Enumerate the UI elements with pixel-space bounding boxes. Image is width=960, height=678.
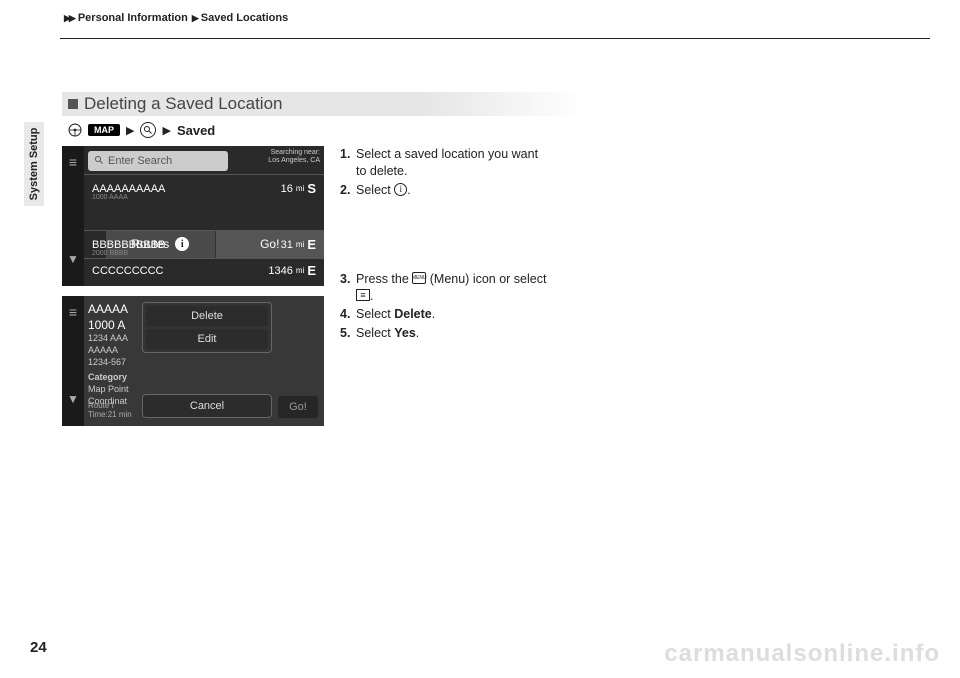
- watermark: carmanualsonline.info: [664, 640, 940, 668]
- side-tab: System Setup: [24, 122, 44, 206]
- breadcrumb-level-2: Saved Locations: [201, 12, 288, 24]
- context-menu: Delete Edit: [142, 302, 272, 353]
- header-rule: [60, 38, 930, 39]
- heading-bullet-icon: [68, 99, 78, 109]
- map-button-icon: MAP: [88, 124, 120, 136]
- search-placeholder: Enter Search: [108, 155, 172, 167]
- breadcrumb-arrow-icon: ▶: [192, 13, 197, 24]
- breadcrumb: ▶▶ Personal Information ▶ Saved Location…: [64, 12, 288, 24]
- side-tab-label: System Setup: [28, 128, 40, 201]
- screenshot-sidebar: ≡ ▼: [62, 296, 84, 426]
- route-info: Route I Time:21 min: [88, 402, 132, 420]
- cancel-button: Cancel: [142, 394, 272, 418]
- section-heading: Deleting a Saved Location: [62, 92, 582, 116]
- go-button: Go!: [278, 396, 318, 418]
- list-item: AAAAAAAAAA 1000 AAAA 16miS: [84, 174, 324, 202]
- searching-near: Searching near: Los Angeles, CA: [268, 149, 320, 164]
- search-icon: [140, 122, 156, 138]
- search-icon: [94, 155, 104, 168]
- chevron-down-icon: ▼: [67, 392, 79, 406]
- nav-seq-saved: Saved: [177, 123, 215, 138]
- chevron-down-icon: ▼: [67, 252, 79, 266]
- arrow-icon: ▶: [162, 124, 170, 137]
- list-item: CCCCCCCCC 1346miE: [84, 258, 324, 282]
- arrow-icon: ▶: [126, 124, 134, 137]
- location-detail-panel: AAAAA 1000 A 1234 AAA AAAAA 1234-567 Cat…: [88, 302, 129, 407]
- breadcrumb-arrow-icon: ▶▶: [64, 13, 74, 24]
- search-input: Enter Search: [88, 151, 228, 171]
- screenshot-sidebar: ≡ ▼: [62, 146, 84, 286]
- list-item: BBBBBBBBBB 2000 BBBB 31miE: [84, 230, 324, 258]
- menu-hardkey-icon: MENU: [412, 272, 426, 284]
- screenshot-search-list: ≡ ▼ Enter Search Searching near: Los Ang…: [62, 146, 324, 286]
- info-icon: i: [394, 183, 407, 196]
- nav-sequence: MAP ▶ ▶ Saved: [68, 122, 582, 138]
- page-number: 24: [30, 639, 47, 656]
- steering-wheel-icon: [68, 123, 82, 137]
- hamburger-icon: ≡: [69, 304, 77, 320]
- hamburger-icon: ≡: [69, 154, 77, 170]
- heading-title: Deleting a Saved Location: [84, 94, 282, 114]
- instruction-steps: 1.Select a saved location you wantto del…: [340, 146, 580, 344]
- breadcrumb-level-1: Personal Information: [78, 12, 188, 24]
- hamburger-icon: ≡: [356, 289, 370, 301]
- screenshot-delete-menu: ≡ ▼ AAAAA 1000 A 1234 AAA AAAAA 1234-567…: [62, 296, 324, 426]
- menu-item-delete: Delete: [146, 306, 268, 326]
- menu-item-edit: Edit: [146, 329, 268, 349]
